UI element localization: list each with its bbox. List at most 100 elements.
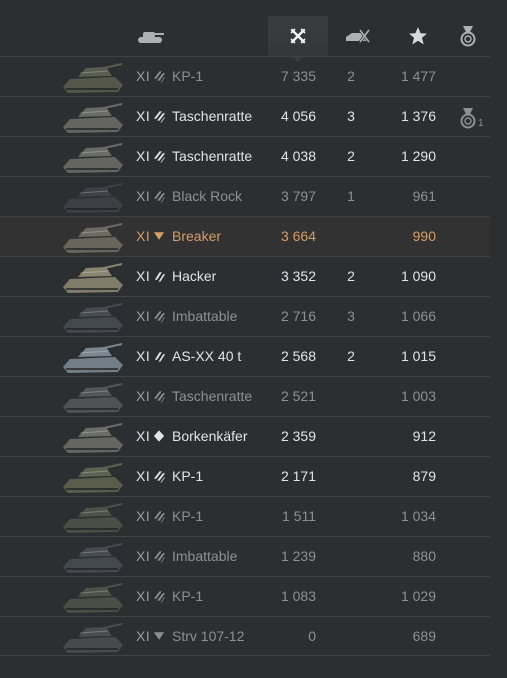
tank-tier: XI (136, 68, 151, 84)
damage-value: 3 797 (280, 188, 316, 204)
experience-value: 912 (412, 428, 436, 444)
kills-value: 2 (347, 148, 355, 164)
tank-thumbnail (63, 303, 123, 333)
heavy-class-icon (153, 591, 166, 603)
tank-thumbnail (63, 143, 123, 173)
damage-value: 2 359 (280, 428, 316, 444)
tank-name: KP-1 (172, 468, 204, 484)
tank-name: KP-1 (172, 68, 204, 84)
player-list: XI KP-1 7 335 2 1 477 XI Taschenratte 4 … (0, 56, 490, 656)
kills-value: 3 (347, 308, 355, 324)
tank-tier: XI (136, 148, 151, 164)
tank-thumbnail (63, 583, 123, 613)
table-row[interactable]: XI KP-1 2 171 879 (0, 456, 490, 496)
kills-value: 2 (347, 268, 355, 284)
table-row[interactable]: XI Imbattable 2 716 3 1 066 (0, 296, 490, 336)
medium-class-icon (154, 352, 166, 362)
tank-tier: XI (136, 428, 151, 444)
heavy-class-icon (153, 311, 166, 323)
medal-icon[interactable] (458, 107, 478, 129)
heavy-class-icon (153, 391, 166, 403)
experience-value: 961 (412, 188, 436, 204)
heavy-class-icon (153, 111, 166, 123)
tank-tier: XI (136, 188, 151, 204)
tank-tier: XI (136, 268, 151, 284)
table-row[interactable]: XI KP-1 1 083 1 029 (0, 576, 490, 616)
damage-value: 4 038 (280, 148, 316, 164)
table-row[interactable]: XI Hacker 3 352 2 1 090 (0, 256, 490, 296)
column-vehicle[interactable] (128, 16, 174, 56)
table-row[interactable]: XI Imbattable 1 239 880 (0, 536, 490, 576)
experience-value: 1 034 (400, 508, 436, 524)
heavy-class-icon (153, 551, 166, 563)
damage-value: 4 056 (280, 108, 316, 124)
tank-name: Taschenratte (172, 148, 253, 164)
table-row[interactable]: XI AS-XX 40 t 2 568 2 1 015 (0, 336, 490, 376)
tank-thumbnail (63, 263, 123, 293)
medal-icon (460, 26, 476, 47)
tank-name: Taschenratte (172, 388, 253, 404)
tank-thumbnail (63, 223, 123, 253)
damage-value: 2 568 (280, 348, 316, 364)
tank-tier: XI (136, 628, 151, 644)
tank-tier: XI (136, 228, 151, 244)
damage-value: 2 716 (280, 308, 316, 324)
tank-name: Imbattable (172, 308, 238, 324)
kills-destroyed-tank-icon (346, 29, 371, 43)
experience-value: 1 015 (400, 348, 436, 364)
light-class-icon (153, 430, 165, 442)
tank-tier: XI (136, 468, 151, 484)
medium-class-icon (154, 272, 166, 282)
tank-tier: XI (136, 508, 151, 524)
td-class-icon (153, 232, 165, 240)
tank-thumbnail (63, 423, 123, 453)
kills-value: 1 (347, 188, 355, 204)
column-experience[interactable] (396, 16, 440, 56)
table-row[interactable]: XI Breaker 3 664 990 (0, 216, 490, 256)
table-row[interactable]: XI Black Rock 3 797 1 961 (0, 176, 490, 216)
heavy-class-icon (153, 471, 166, 483)
column-damage[interactable] (268, 16, 328, 62)
damage-value: 7 335 (280, 68, 316, 84)
tank-thumbnail (63, 183, 123, 213)
damage-value: 1 511 (282, 508, 316, 524)
tank-thumbnail (63, 63, 123, 93)
tank-thumbnail (63, 503, 123, 533)
column-medals[interactable] (452, 16, 484, 56)
table-row[interactable]: XI Taschenratte 4 056 3 1 376 1 (0, 96, 490, 136)
tank-name: Imbattable (172, 548, 238, 564)
tank-tier: XI (136, 108, 151, 124)
experience-value: 1 003 (400, 388, 436, 404)
tank-tier: XI (136, 348, 151, 364)
kills-value: 3 (347, 108, 355, 124)
tank-type-icon (138, 32, 164, 43)
tank-tier: XI (136, 308, 151, 324)
td-class-icon (153, 632, 165, 640)
experience-value: 1 066 (400, 308, 436, 324)
table-row[interactable]: XI Borkenkäfer 2 359 912 (0, 416, 490, 456)
experience-value: 880 (412, 548, 436, 564)
table-row[interactable]: XI Strv 107-12 0 689 (0, 616, 490, 656)
damage-value: 0 (308, 628, 316, 644)
table-row[interactable]: XI KP-1 7 335 2 1 477 (0, 56, 490, 96)
experience-value: 1 029 (400, 588, 436, 604)
table-row[interactable]: XI Taschenratte 2 521 1 003 (0, 376, 490, 416)
experience-value: 990 (412, 228, 436, 244)
tank-thumbnail (63, 623, 123, 653)
tank-name: Strv 107-12 (172, 628, 245, 644)
heavy-class-icon (153, 151, 166, 163)
medal-count: 1 (478, 118, 484, 129)
column-kills[interactable] (336, 16, 380, 56)
table-row[interactable]: XI Taschenratte 4 038 2 1 290 (0, 136, 490, 176)
tank-thumbnail (63, 343, 123, 373)
damage-crossed-swords-icon (290, 28, 306, 44)
tank-name: Breaker (172, 228, 222, 244)
scoreboard-header (0, 0, 507, 62)
experience-value: 1 090 (400, 268, 436, 284)
tank-name: Hacker (172, 268, 217, 284)
tank-name: AS-XX 40 t (172, 348, 242, 364)
table-row[interactable]: XI KP-1 1 511 1 034 (0, 496, 490, 536)
tank-name: Taschenratte (172, 108, 253, 124)
tank-name: KP-1 (172, 508, 204, 524)
tank-name: Black Rock (172, 188, 243, 204)
